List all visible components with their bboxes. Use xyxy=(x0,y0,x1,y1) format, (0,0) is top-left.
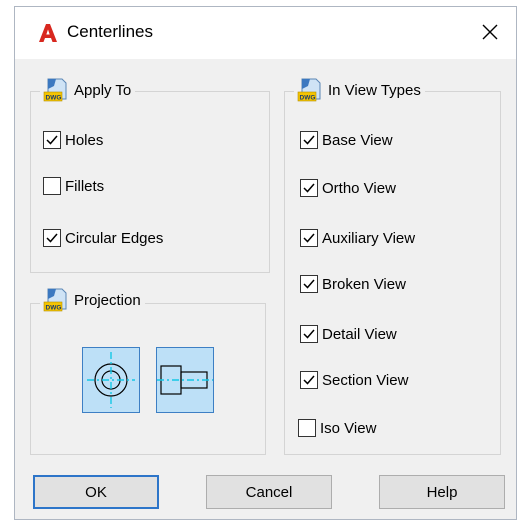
broken-view-checkbox[interactable]: Broken View xyxy=(300,275,406,293)
checkbox-box[interactable] xyxy=(43,177,61,195)
auxiliary-view-label: Auxiliary View xyxy=(322,229,416,247)
svg-text:DWG: DWG xyxy=(300,95,316,102)
projection-group xyxy=(30,303,266,455)
shaft-axis-icon xyxy=(157,365,213,395)
fillets-label: Fillets xyxy=(65,177,105,195)
checkbox-box[interactable] xyxy=(300,275,318,293)
dwg-icon: DWG xyxy=(43,78,67,102)
ortho-view-label: Ortho View xyxy=(322,179,396,197)
checkmark-icon xyxy=(46,233,58,243)
detail-view-label: Detail View xyxy=(322,325,397,343)
checkbox-box[interactable] xyxy=(43,229,61,247)
detail-view-checkbox[interactable]: Detail View xyxy=(300,325,397,343)
ortho-view-checkbox[interactable]: Ortho View xyxy=(300,179,396,197)
centerlines-dialog: Centerlines DWG Apply To Holes Fillets C… xyxy=(14,6,517,520)
iso-view-label: Iso View xyxy=(320,419,377,437)
fillets-checkbox[interactable]: Fillets xyxy=(43,177,104,195)
checkmark-icon xyxy=(303,135,315,145)
section-view-checkbox[interactable]: Section View xyxy=(300,371,408,389)
base-view-label: Base View xyxy=(322,131,393,149)
dwg-icon: DWG xyxy=(297,78,321,102)
iso-view-checkbox[interactable]: Iso View xyxy=(298,419,376,437)
circular-projection-button[interactable] xyxy=(82,347,140,413)
holes-checkbox[interactable]: Holes xyxy=(43,131,103,149)
dialog-title: Centerlines xyxy=(67,22,153,41)
checkbox-box[interactable] xyxy=(300,179,318,197)
close-icon[interactable] xyxy=(479,21,501,43)
ok-button[interactable]: OK xyxy=(33,475,159,509)
help-button[interactable]: Help xyxy=(379,475,505,509)
dwg-icon: DWG xyxy=(43,288,67,312)
checkmark-icon xyxy=(303,183,315,193)
cancel-button[interactable]: Cancel xyxy=(206,475,332,509)
section-view-label: Section View xyxy=(322,371,409,389)
checkbox-box[interactable] xyxy=(300,371,318,389)
auxiliary-view-checkbox[interactable]: Auxiliary View xyxy=(300,229,415,247)
checkbox-box[interactable] xyxy=(300,131,318,149)
checkbox-box[interactable] xyxy=(300,325,318,343)
autodesk-a-icon xyxy=(39,24,57,42)
apply-to-legend: DWG Apply To xyxy=(40,77,136,103)
apply-to-label: Apply To xyxy=(74,81,132,99)
checkbox-box[interactable] xyxy=(298,419,316,437)
svg-text:DWG: DWG xyxy=(46,95,62,102)
checkmark-icon xyxy=(303,375,315,385)
projection-label: Projection xyxy=(74,291,141,309)
base-view-checkbox[interactable]: Base View xyxy=(300,131,393,149)
circle-center-icon xyxy=(87,352,135,408)
checkbox-box[interactable] xyxy=(43,131,61,149)
svg-text:DWG: DWG xyxy=(46,305,62,312)
title-bar: Centerlines xyxy=(15,7,516,59)
checkmark-icon xyxy=(46,135,58,145)
projection-legend: DWG Projection xyxy=(40,287,145,313)
checkmark-icon xyxy=(303,233,315,243)
checkbox-box[interactable] xyxy=(300,229,318,247)
checkmark-icon xyxy=(303,279,315,289)
axial-projection-button[interactable] xyxy=(156,347,214,413)
holes-label: Holes xyxy=(65,131,104,149)
checkmark-icon xyxy=(303,329,315,339)
circular-edges-checkbox[interactable]: Circular Edges xyxy=(43,229,163,247)
broken-view-label: Broken View xyxy=(322,275,406,293)
circular-edges-label: Circular Edges xyxy=(65,229,164,247)
view-types-label: In View Types xyxy=(328,81,421,99)
view-types-legend: DWG In View Types xyxy=(294,77,425,103)
